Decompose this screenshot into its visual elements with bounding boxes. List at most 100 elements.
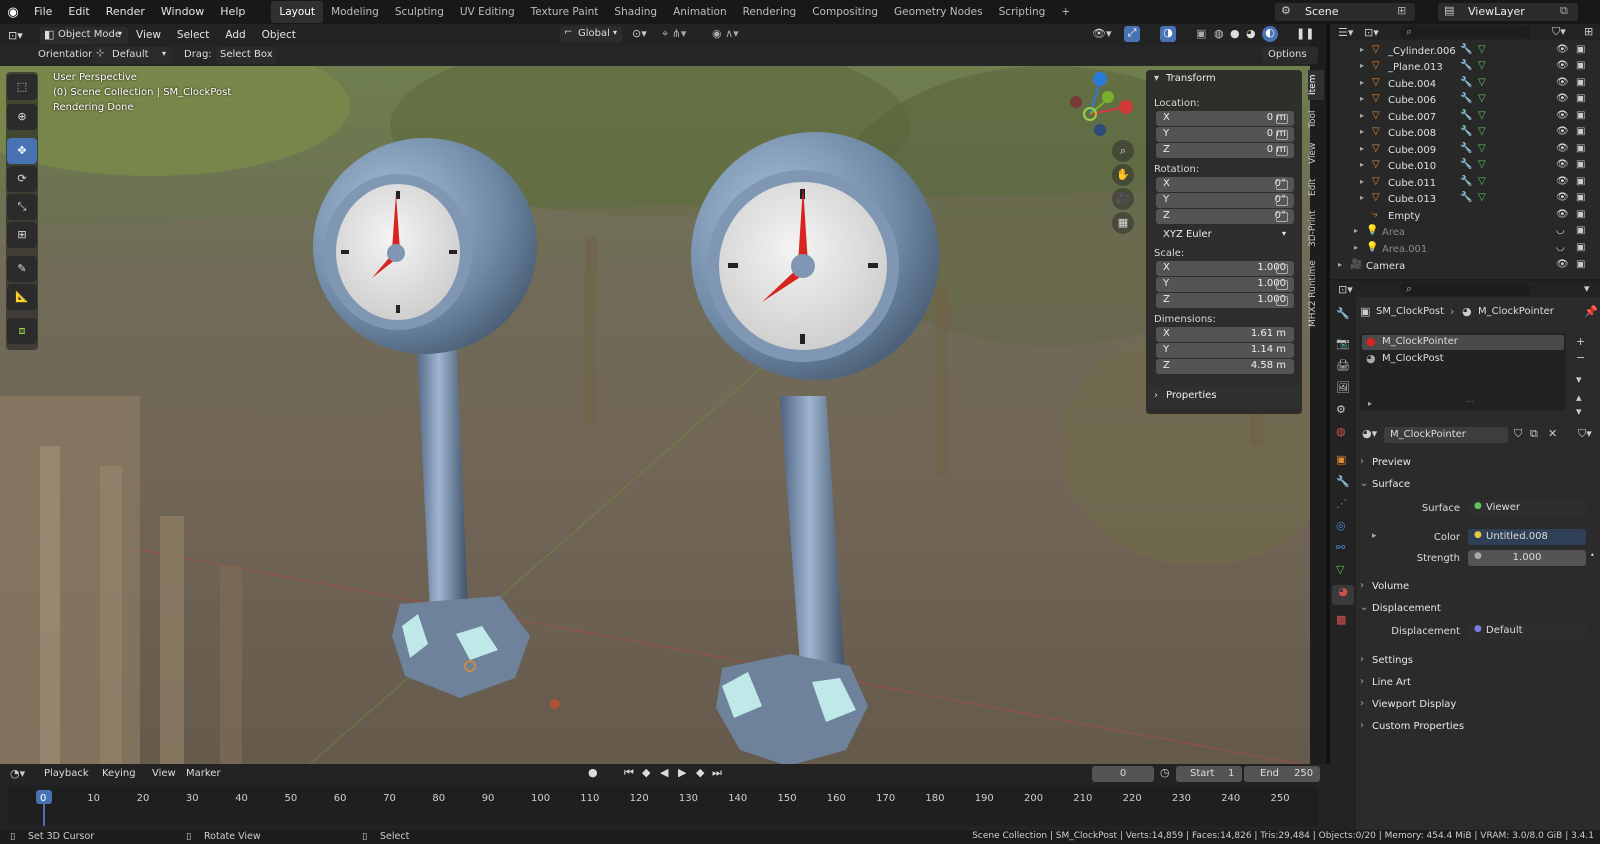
- expand-arrow-icon[interactable]: ▸: [1360, 61, 1364, 70]
- viewport-display-section[interactable]: › Viewport Display: [1358, 695, 1594, 715]
- location-x-field[interactable]: X0 m: [1156, 111, 1294, 126]
- render-visibility-icon[interactable]: ▣: [1576, 60, 1585, 71]
- location-y-field[interactable]: Y0 m: [1156, 127, 1294, 142]
- snap-icon[interactable]: ⌖ ⋔▾: [662, 27, 686, 41]
- menu-keying[interactable]: Keying: [102, 768, 136, 779]
- visibility-eye-icon[interactable]: 👁: [1556, 110, 1569, 121]
- tab-texture-paint[interactable]: Texture Paint: [523, 1, 607, 23]
- render-visibility-icon[interactable]: ▣: [1576, 77, 1585, 88]
- render-visibility-icon[interactable]: ▣: [1576, 159, 1585, 170]
- chevron-down-icon[interactable]: ▾: [1576, 373, 1582, 386]
- visibility-eye-icon[interactable]: 👁: [1556, 60, 1569, 71]
- dimensions-x-field[interactable]: X 1.61 m: [1156, 327, 1294, 342]
- material-slot-item[interactable]: ● M_ClockPointer: [1362, 335, 1564, 350]
- outliner-item[interactable]: ▸ 💡 Area ◡ ▣: [1330, 225, 1600, 241]
- view-layer-tab-icon[interactable]: 🖼: [1336, 381, 1350, 394]
- lock-icon[interactable]: [1276, 212, 1288, 222]
- current-frame-field[interactable]: 0: [1092, 766, 1154, 782]
- outliner-item[interactable]: ▸ ▽ Cube.010 🔧 ▽ 👁 ▣: [1330, 159, 1600, 175]
- annotate-icon[interactable]: ✎: [7, 256, 37, 282]
- visibility-eye-icon[interactable]: 👁: [1556, 159, 1569, 170]
- lock-icon[interactable]: [1276, 196, 1288, 206]
- outliner-item[interactable]: ▸ ▽ Cube.008 🔧 ▽ 👁 ▣: [1330, 126, 1600, 142]
- render-visibility-icon[interactable]: ▣: [1576, 143, 1585, 154]
- rotate-icon[interactable]: ⟳: [7, 166, 37, 192]
- timeline-track[interactable]: [8, 786, 1318, 826]
- tab-3d-print[interactable]: 3D-Print: [1308, 206, 1324, 252]
- output-tab-icon[interactable]: 🖨: [1336, 359, 1350, 372]
- outliner-item[interactable]: ⤷ Empty 👁 ▣: [1330, 209, 1600, 225]
- visibility-eye-icon[interactable]: ◡: [1556, 225, 1565, 236]
- expand-arrow-icon[interactable]: ▸: [1360, 177, 1364, 186]
- orientation-dropdown[interactable]: ⊹ Default ▾: [92, 47, 172, 64]
- visibility-eye-icon[interactable]: ◡: [1556, 242, 1565, 253]
- menu-object[interactable]: Object: [254, 23, 304, 47]
- tab-animation[interactable]: Animation: [665, 1, 735, 23]
- tab-modeling[interactable]: Modeling: [323, 1, 387, 23]
- tab-item[interactable]: Item: [1308, 70, 1324, 100]
- expand-icon[interactable]: ▸: [1372, 531, 1377, 541]
- overlay-toggle-icon[interactable]: ◑: [1160, 26, 1176, 42]
- 3d-viewport[interactable]: User Perspective (0) Scene Collection | …: [0, 66, 1310, 764]
- menu-file[interactable]: File: [26, 0, 60, 24]
- expand-arrow-icon[interactable]: ▸: [1360, 193, 1364, 202]
- menu-marker[interactable]: Marker: [186, 768, 221, 779]
- surface-section[interactable]: ⌄ Surface: [1358, 475, 1594, 495]
- resize-handle-icon[interactable]: ⋯: [1466, 397, 1474, 406]
- scene-tab-icon[interactable]: ⚙: [1336, 403, 1346, 416]
- lock-icon[interactable]: [1276, 130, 1288, 140]
- add-cube-icon[interactable]: ⧈: [7, 318, 37, 344]
- color-node-field[interactable]: ● Untitled.008: [1468, 529, 1586, 545]
- material-slot-item[interactable]: ◕ M_ClockPost: [1362, 352, 1564, 367]
- lock-icon[interactable]: [1276, 280, 1288, 290]
- menu-help[interactable]: Help: [212, 0, 253, 24]
- tab-layout[interactable]: Layout: [271, 1, 324, 23]
- material-selector[interactable]: ◕▾ M_ClockPointer ⛉ ⧉ ✕: [1360, 427, 1570, 443]
- play-icon[interactable]: ▶: [678, 766, 686, 779]
- outliner-item[interactable]: ▸ ▽ Cube.006 🔧 ▽ 👁 ▣: [1330, 93, 1600, 109]
- move-down-icon[interactable]: ▾: [1576, 405, 1582, 418]
- displacement-node-field[interactable]: ● Default: [1468, 623, 1586, 639]
- xray-icon[interactable]: ▣: [1196, 27, 1206, 40]
- tab-uv-editing[interactable]: UV Editing: [452, 1, 523, 23]
- material-tab-icon[interactable]: ◕: [1332, 585, 1354, 605]
- keyframe-dot-icon[interactable]: •: [1590, 551, 1595, 560]
- render-visibility-icon[interactable]: ▣: [1576, 93, 1585, 104]
- rotation-z-field[interactable]: Z 0°: [1156, 209, 1294, 224]
- displacement-section[interactable]: ⌄ Displacement: [1358, 599, 1594, 619]
- menu-select[interactable]: Select: [169, 23, 217, 47]
- strength-field[interactable]: ● 1.000: [1468, 550, 1586, 566]
- gizmo-toggle-icon[interactable]: ⤢: [1124, 26, 1140, 42]
- outliner-item[interactable]: ▸ ▽ Cube.007 🔧 ▽ 👁 ▣: [1330, 110, 1600, 126]
- scale-x-field[interactable]: X 1.000: [1156, 261, 1294, 276]
- render-visibility-icon[interactable]: ▣: [1576, 192, 1585, 203]
- material-browse-icon[interactable]: ◕▾: [1362, 427, 1377, 440]
- render-visibility-icon[interactable]: ▣: [1576, 209, 1585, 220]
- lock-icon[interactable]: [1276, 180, 1288, 190]
- visibility-eye-icon[interactable]: 👁: [1556, 126, 1569, 137]
- camera-view-icon[interactable]: 🎥: [1112, 188, 1134, 210]
- perspective-grid-icon[interactable]: ▦: [1112, 212, 1134, 234]
- view-icon[interactable]: ⊡▾: [1364, 26, 1379, 39]
- tab-view[interactable]: View: [1308, 138, 1324, 168]
- outliner-item[interactable]: ▸ ▽ _Plane.013 🔧 ▽ 👁 ▣: [1330, 60, 1600, 76]
- jump-start-icon[interactable]: ⏮: [624, 766, 634, 780]
- proportional-edit-icon[interactable]: ◉ ∧▾: [712, 27, 739, 40]
- outliner-item[interactable]: ▸ ▽ Cube.013 🔧 ▽ 👁 ▣: [1330, 192, 1600, 208]
- prev-keyframe-icon[interactable]: ◆: [642, 766, 650, 779]
- properties-section[interactable]: › Properties: [1146, 386, 1302, 408]
- pan-hand-icon[interactable]: ✋: [1112, 164, 1134, 186]
- render-visibility-icon[interactable]: ▣: [1576, 176, 1585, 187]
- menu-view[interactable]: View: [128, 23, 169, 47]
- expand-arrow-icon[interactable]: ▸: [1360, 160, 1364, 169]
- outliner-item[interactable]: ▸ ▽ _Cylinder.006 🔧 ▽ 👁 ▣: [1330, 44, 1600, 60]
- render-visibility-icon[interactable]: ▣: [1576, 225, 1585, 236]
- visibility-eye-icon[interactable]: 👁: [1556, 176, 1569, 187]
- render-visibility-icon[interactable]: ▣: [1576, 44, 1585, 55]
- settings-section[interactable]: › Settings: [1358, 651, 1594, 671]
- select-box-icon[interactable]: ⬚: [7, 74, 37, 100]
- outliner-item[interactable]: ▸ 💡 Area.001 ◡ ▣: [1330, 242, 1600, 258]
- render-visibility-icon[interactable]: ▣: [1576, 259, 1585, 270]
- move-up-icon[interactable]: ▴: [1576, 391, 1582, 404]
- scale-z-field[interactable]: Z 1.000: [1156, 293, 1294, 308]
